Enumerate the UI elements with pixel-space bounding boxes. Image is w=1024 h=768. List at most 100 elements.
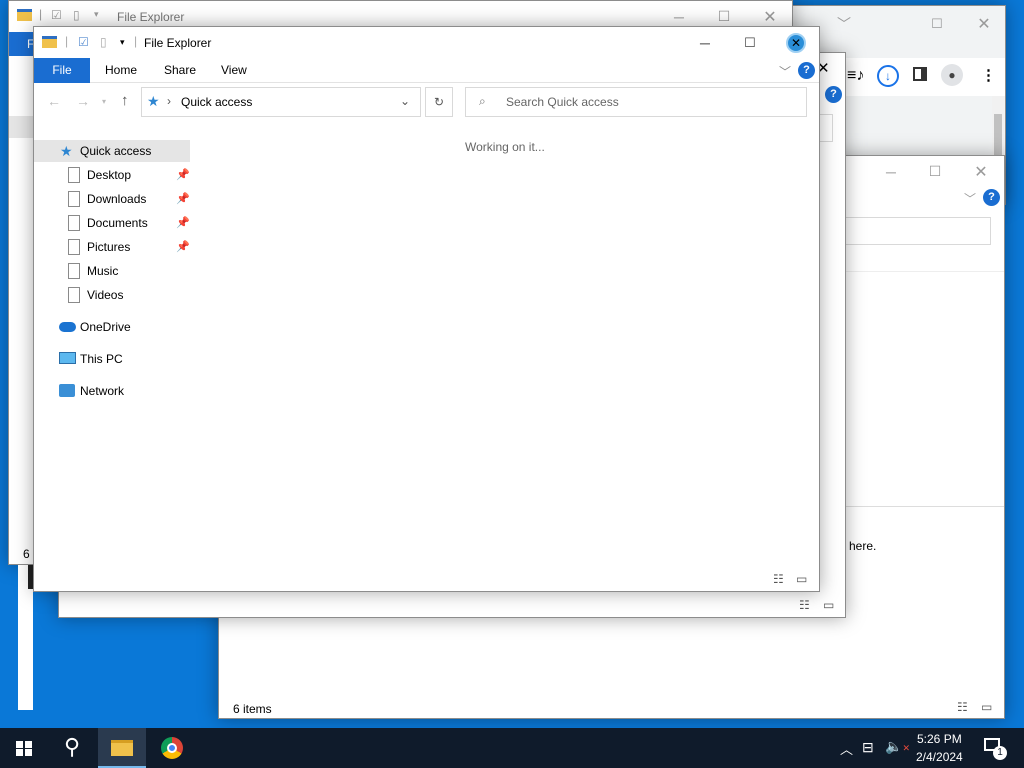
customize-toolbar-icon[interactable]: ▾ [120,37,125,48]
tab-file[interactable]: File [34,58,90,83]
show-hidden-icons-icon[interactable]: ︿ [840,739,853,758]
details-view-icon[interactable]: ☷ [957,700,968,714]
notification-count-badge: 1 [993,746,1007,760]
star-icon: ★ [147,93,160,109]
nav-label: Videos [87,288,124,302]
close-button[interactable]: ✕ [958,156,1004,187]
nav-this-pc[interactable]: This PC [34,348,190,370]
taskbar-file-explorer[interactable] [98,728,146,768]
up-arrow-icon[interactable]: ↑ [121,92,129,109]
network-icon [59,384,75,397]
window-title: File Explorer [117,10,185,24]
maximize-button[interactable]: ☐ [914,8,960,39]
desktop-icon [68,167,80,183]
nav-label: Pictures [87,240,131,254]
back-arrow-icon[interactable]: ← [47,93,61,109]
new-folder-icon[interactable]: ▯ [100,35,107,49]
nav-quick-access[interactable]: ★ Quick access [34,140,190,162]
tab-home[interactable]: Home [91,58,151,83]
window-title: File Explorer [144,36,212,50]
properties-icon[interactable]: ☑ [51,8,62,22]
ribbon-expand-icon[interactable]: ﹀ [964,190,976,207]
large-icons-view-icon[interactable]: ▭ [796,572,807,586]
address-bar[interactable]: ★ › Quick access ⌄ ↻ [141,87,453,117]
tab-view[interactable]: View [207,58,261,83]
title-divider: | [134,34,138,48]
ribbon: File Home Share View ﹀ ? [34,58,819,83]
nav-videos[interactable]: Videos [34,284,190,306]
documents-icon [68,215,80,231]
profile-icon[interactable]: ● [941,64,963,86]
file-explorer-window: | ☑ ▯ ▾ | File Explorer ─ ☐ ✕ File Home … [33,26,820,592]
large-icons-view-icon[interactable]: ▭ [981,700,992,714]
status-item-count: 6 items [233,702,272,716]
onedrive-icon [59,322,76,332]
content-text: here. [849,539,877,553]
properties-icon[interactable]: ☑ [78,35,89,49]
search-button[interactable]: ⚲ [48,728,96,768]
new-folder-icon[interactable]: ▯ [73,8,80,22]
more-icon[interactable]: ⋮ [981,66,996,84]
help-icon[interactable]: ? [825,86,842,103]
details-view-icon[interactable]: ☷ [799,598,810,612]
search-field[interactable]: ⌕ Search Quick access [465,87,807,117]
pictures-icon [68,239,80,255]
downloads-icon [68,191,80,207]
forward-arrow-icon[interactable]: → [76,93,90,109]
recent-locations-icon[interactable]: ▾ [102,97,106,106]
nav-label: This PC [80,352,123,366]
clock-time[interactable]: 5:26 PM [917,732,962,746]
start-button[interactable] [0,728,48,768]
address-text[interactable]: Quick access [181,95,252,109]
network-status-icon[interactable]: ⊟ [862,739,874,756]
nav-label: OneDrive [80,320,131,334]
star-icon: ★ [60,143,73,159]
close-button[interactable]: ✕ [961,8,1005,39]
playlist-icon[interactable]: ≡♪ [847,67,864,85]
volume-muted-icon[interactable]: 🔈✕ [885,738,910,755]
nav-music[interactable]: Music [34,260,190,282]
nav-desktop[interactable]: Desktop 📌 [34,164,190,186]
search-icon: ⚲ [63,734,81,759]
maximize-button[interactable]: ☐ [727,27,773,58]
folder-icon [111,740,133,756]
nav-network[interactable]: Network [34,380,190,402]
help-icon[interactable]: ? [798,62,815,79]
search-field[interactable] [839,217,991,245]
customize-toolbar-icon[interactable]: ▾ [94,9,99,20]
pin-icon: 📌 [176,193,190,205]
large-icons-view-icon[interactable]: ▭ [823,598,834,612]
nav-pictures[interactable]: Pictures 📌 [34,236,190,258]
minimize-button[interactable]: ─ [868,156,914,187]
breadcrumb-chevron-icon: › [167,94,171,108]
nav-label: Downloads [87,192,147,206]
maximize-button[interactable]: ☐ [912,156,958,187]
refresh-button[interactable]: ↻ [425,87,453,117]
nav-downloads[interactable]: Downloads 📌 [34,188,190,210]
close-button[interactable]: ✕ [773,27,819,58]
nav-documents[interactable]: Documents 📌 [34,212,190,234]
divider [839,506,1004,507]
tab-share[interactable]: Share [150,58,210,83]
nav-label: Quick access [80,144,152,158]
minimize-button[interactable]: ﹀ [821,8,867,39]
nav-label: Music [87,264,119,278]
pin-icon: 📌 [176,169,190,181]
nav-onedrive[interactable]: OneDrive [34,316,190,338]
pin-icon: 📌 [176,241,190,253]
clock-date[interactable]: 2/4/2024 [916,750,963,764]
details-view-icon[interactable]: ☷ [773,572,784,586]
nav-label: Desktop [87,168,132,182]
divider [839,271,1004,272]
minimize-button[interactable]: ─ [682,27,728,58]
action-center-button[interactable]: 1 [978,734,1010,764]
help-icon[interactable]: ? [983,189,1000,206]
side-panel-icon[interactable] [913,67,927,81]
search-field[interactable] [819,114,833,142]
taskbar-chrome[interactable] [148,728,196,768]
download-icon[interactable]: ↓ [877,65,899,87]
close-icon: ✕ [786,32,806,53]
ribbon-expand-icon[interactable]: ﹀ [779,63,791,80]
nav-label: Network [80,384,125,398]
address-dropdown-icon[interactable]: ⌄ [400,94,410,108]
